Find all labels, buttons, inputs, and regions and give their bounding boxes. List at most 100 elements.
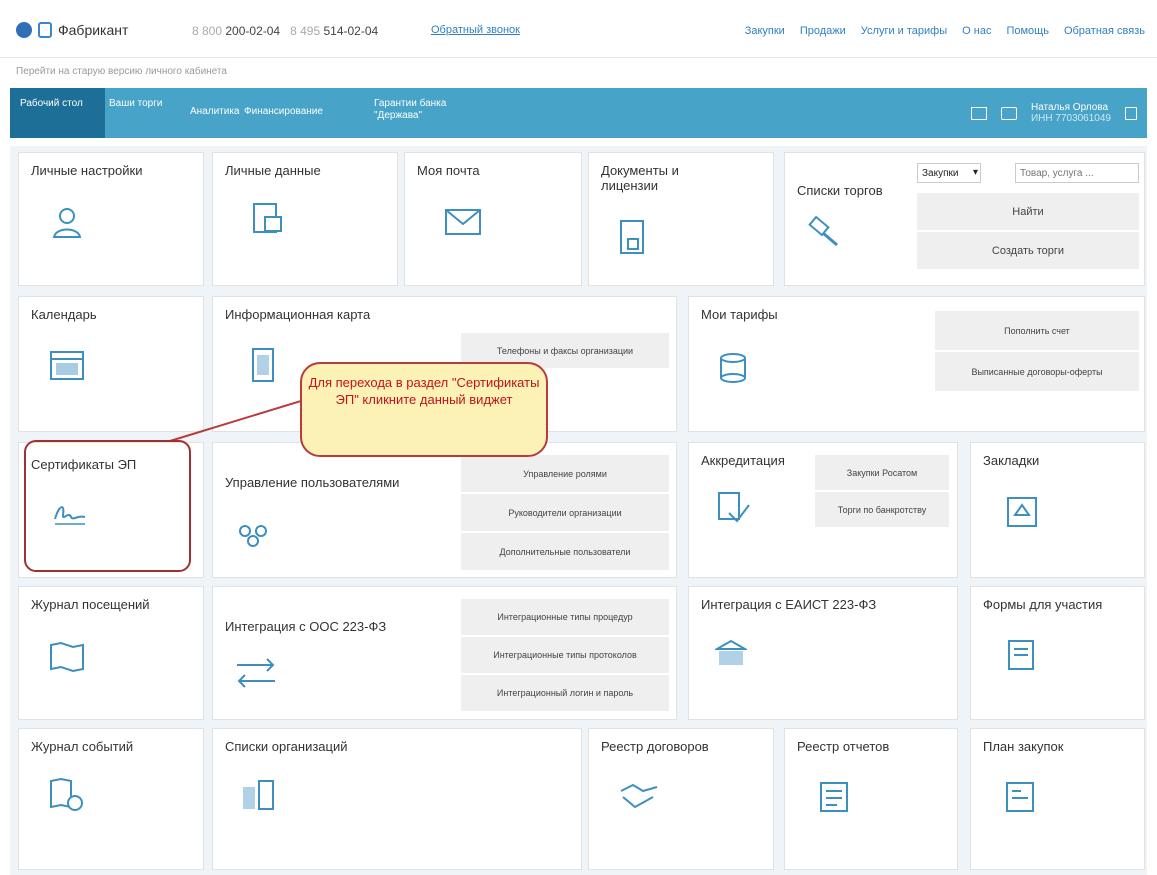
certificates-highlight: [24, 440, 191, 572]
tile-title: Информационная карта: [225, 307, 371, 322]
id-card-icon: [253, 203, 282, 233]
nav-help[interactable]: Помощь: [1006, 25, 1049, 37]
tile-purchase-plan[interactable]: План закупок: [970, 728, 1145, 870]
user-inn: ИНН 7703061049: [1030, 113, 1111, 124]
old-version-link[interactable]: Перейти на старую версию личного кабинет…: [16, 66, 227, 77]
calendar-icon[interactable]: [1000, 106, 1017, 120]
roles-button[interactable]: Управление ролями: [461, 455, 669, 493]
calendar-icon: [50, 351, 84, 380]
tile-title: Реестр отчетов: [797, 739, 890, 754]
tile-title: Аккредитация: [701, 453, 785, 468]
tile-title: Календарь: [31, 307, 97, 322]
tile-visits-log[interactable]: Журнал посещений: [18, 586, 204, 720]
phone1: 200-02-04: [225, 24, 281, 38]
tile-bookmarks[interactable]: Закладки: [970, 442, 1145, 578]
rosatom-button[interactable]: Закупки Росатом: [815, 455, 949, 491]
brand-name: Фабрикант: [58, 22, 129, 38]
nav-desktop[interactable]: Рабочий стол: [10, 88, 105, 138]
tile-my-mail[interactable]: Моя почта: [404, 152, 582, 286]
tile-title: Личные настройки: [31, 163, 143, 178]
phone2-prefix: 8 495: [290, 24, 321, 38]
tile-title: Документы и лицензии: [601, 163, 679, 193]
tile-oos-integration[interactable]: Интеграция с ООС 223-ФЗ Интеграционные т…: [212, 586, 677, 720]
document-icon: [620, 220, 644, 254]
tile-calendar[interactable]: Календарь: [18, 296, 204, 432]
tile-title: Журнал событий: [31, 739, 134, 754]
nav-purchases[interactable]: Закупки: [745, 25, 785, 37]
tile-forms[interactable]: Формы для участия: [970, 586, 1145, 720]
purchase-type-select[interactable]: Закупки ▾: [917, 163, 981, 183]
user-name: Наталья Орлова: [1030, 102, 1109, 113]
tile-title: Списки организаций: [225, 739, 348, 754]
extra-users-button[interactable]: Дополнительные пользователи: [461, 533, 669, 571]
logo-mark-icon: [38, 22, 52, 38]
phone2: 514-02-04: [323, 24, 379, 38]
top-up-button[interactable]: Пополнить счет: [935, 311, 1139, 351]
tile-reports-registry[interactable]: Реестр отчетов: [784, 728, 958, 870]
report-icon: [820, 782, 848, 812]
main-nav: Рабочий стол Ваши торги Аналитика Финанс…: [10, 88, 1147, 138]
mail-icon[interactable]: [970, 106, 987, 120]
top-header: Фабрикант 8 800 200-02-04 8 495 514-02-0…: [0, 0, 1157, 58]
tile-title: Управление пользователями: [225, 475, 400, 490]
user-icon: [52, 208, 82, 238]
find-button[interactable]: Найти: [917, 193, 1139, 231]
tile-title: Формы для участия: [983, 597, 1103, 612]
users-icon: [239, 525, 267, 547]
tile-title: Списки торгов: [797, 183, 883, 198]
create-tender-button[interactable]: Создать торги: [917, 232, 1139, 270]
tile-org-lists[interactable]: Списки организаций: [212, 728, 582, 870]
tile-accreditation[interactable]: Аккредитация Закупки Росатом Торги по ба…: [688, 442, 958, 578]
tile-title: Моя почта: [417, 163, 480, 178]
tile-personal-settings[interactable]: Личные настройки: [18, 152, 204, 286]
nav-sales[interactable]: Продажи: [800, 25, 846, 37]
tile-title: Интеграция с ЕАИСТ 223-ФЗ: [701, 597, 877, 612]
nav-about[interactable]: О нас: [962, 25, 991, 37]
tile-my-tariffs[interactable]: Мои тарифы Пополнить счет Выписанные дог…: [688, 296, 1145, 432]
tile-contracts-registry[interactable]: Реестр договоров: [588, 728, 774, 870]
nav-my-tenders[interactable]: Ваши торги: [109, 98, 162, 110]
institution-icon: [715, 639, 747, 665]
plan-icon: [1006, 782, 1034, 812]
prot-types-button[interactable]: Интеграционные типы протоколов: [461, 637, 669, 674]
tile-title: Закладки: [983, 453, 1040, 468]
login-pass-button[interactable]: Интеграционный логин и пароль: [461, 675, 669, 712]
tile-title: План закупок: [983, 739, 1064, 754]
tile-title: Интеграция с ООС 223-ФЗ: [225, 619, 387, 634]
exchange-arrows-icon: [237, 658, 275, 688]
chevron-down-icon: ▾: [972, 167, 978, 178]
map-icon: [50, 641, 84, 673]
tile-title: Журнал посещений: [31, 597, 150, 612]
callback-link[interactable]: Обратный звонок: [431, 24, 520, 36]
nav-bank-guarantees[interactable]: Гарантии банка "Держава": [374, 98, 474, 122]
select-value: Закупки: [922, 168, 959, 179]
callout-bubble: Для перехода в раздел "Сертификаты ЭП" к…: [300, 362, 548, 457]
phone1-prefix: 8 800: [192, 24, 223, 38]
handshake-icon: [620, 783, 658, 809]
user-info[interactable]: Наталья Орлова ИНН 7703061049: [1031, 102, 1111, 124]
search-input[interactable]: [1015, 163, 1139, 183]
tile-title: Личные данные: [225, 163, 321, 178]
nav-financing[interactable]: Финансирование: [244, 106, 323, 118]
tile-title: Реестр договоров: [601, 739, 709, 754]
tile-tender-lists[interactable]: Списки торгов Закупки ▾ Найти Создать то…: [784, 152, 1145, 286]
brand-logo[interactable]: Фабрикант: [16, 22, 128, 38]
nav-feedback[interactable]: Обратная связь: [1064, 25, 1145, 37]
tile-personal-data[interactable]: Личные данные: [212, 152, 398, 286]
logout-icon[interactable]: [1125, 106, 1137, 120]
coins-icon: [720, 353, 746, 383]
heads-button[interactable]: Руководители организации: [461, 494, 669, 532]
tile-documents[interactable]: Документы и лицензии: [588, 152, 774, 286]
gavel-icon: [808, 215, 838, 247]
proc-types-button[interactable]: Интеграционные типы процедур: [461, 599, 669, 636]
buildings-icon: [243, 780, 274, 810]
tile-user-management[interactable]: Управление пользователями Управление рол…: [212, 442, 677, 578]
tile-events-log[interactable]: Журнал событий: [18, 728, 204, 870]
tile-eaist-integration[interactable]: Интеграция с ЕАИСТ 223-ФЗ: [688, 586, 958, 720]
nav-analytics[interactable]: Аналитика: [190, 106, 240, 118]
nav-services[interactable]: Услуги и тарифы: [861, 25, 947, 37]
logo-icon: [16, 22, 32, 38]
tile-title: Мои тарифы: [701, 307, 778, 322]
offers-button[interactable]: Выписанные договоры-оферты: [935, 352, 1139, 392]
bankruptcy-button[interactable]: Торги по банкротству: [815, 492, 949, 528]
